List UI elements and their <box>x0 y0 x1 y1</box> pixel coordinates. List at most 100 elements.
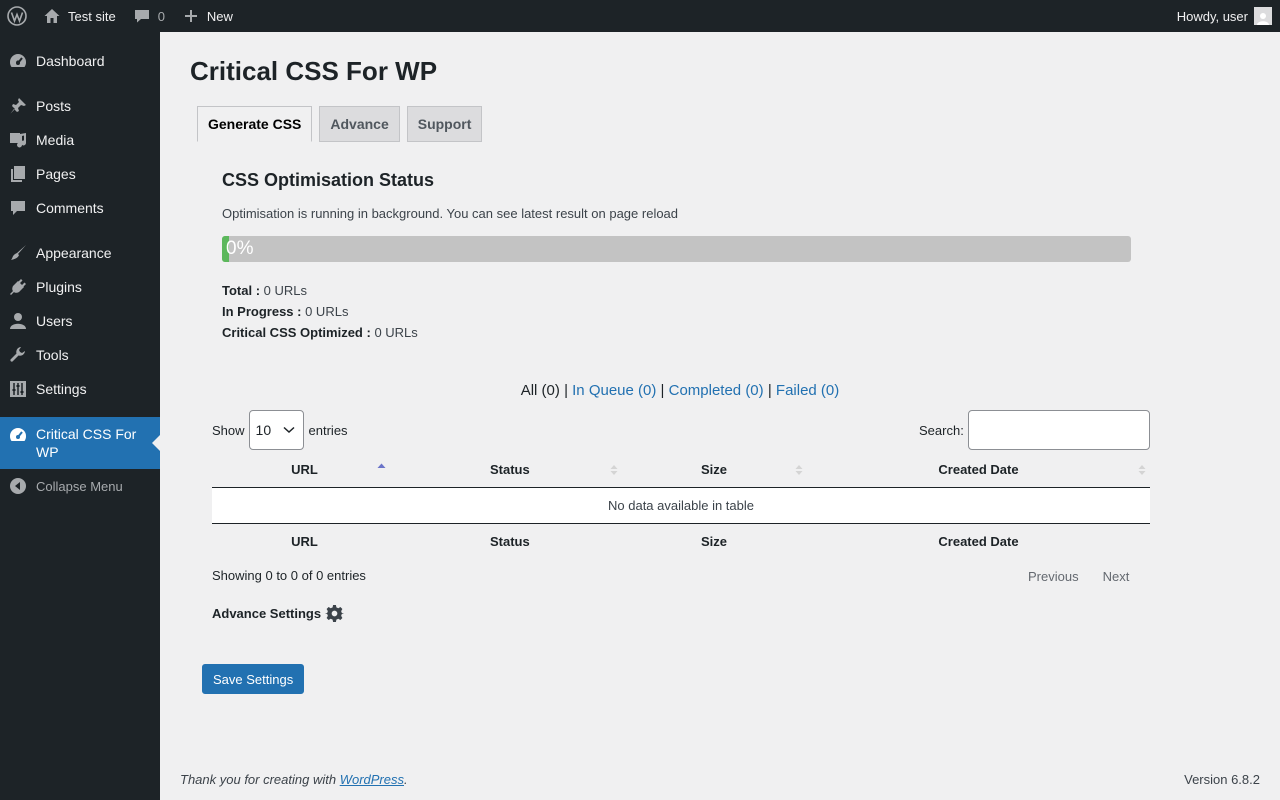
column-header-size[interactable]: Size <box>622 452 807 488</box>
stat-optimized: Critical CSS Optimized : 0 URLs <box>222 325 418 340</box>
status-message: Optimisation is running in background. Y… <box>222 206 679 221</box>
sidebar-item-plugins[interactable]: Plugins <box>0 270 160 304</box>
sidebar-item-critical-css[interactable]: Critical CSS For WP <box>0 417 160 469</box>
main-content: Critical CSS For WP Generate CSS Advance… <box>160 32 1280 800</box>
column-footer-label: Status <box>490 534 530 549</box>
stat-total-value: 0 URLs <box>263 283 308 298</box>
dashboard-icon <box>0 51 36 71</box>
footer-version: Version 6.8.2 <box>1184 772 1260 787</box>
status-title: CSS Optimisation Status <box>222 170 435 190</box>
column-header-url[interactable]: URL <box>212 452 397 488</box>
page-length-value: 10 <box>255 422 272 438</box>
tab-advance[interactable]: Advance <box>319 106 400 142</box>
sidebar-item-comments[interactable]: Comments <box>0 191 160 225</box>
sidebar-item-media[interactable]: Media <box>0 123 160 157</box>
save-settings-button[interactable]: Save Settings <box>202 664 305 694</box>
progress-label: 0% <box>226 238 254 259</box>
page-length-select[interactable]: 10 <box>248 410 304 450</box>
sidebar-item-appearance[interactable]: Appearance <box>0 236 160 270</box>
wordpress-logo-button[interactable] <box>0 0 34 32</box>
empty-message: No data available in table <box>608 498 754 513</box>
user-icon <box>0 312 36 330</box>
footer-thanks-prefix: Thank you for creating with <box>180 772 337 787</box>
status-filters: All (0) | In Queue (0) | Completed (0) |… <box>160 382 1200 399</box>
sidebar-item-pages[interactable]: Pages <box>0 157 160 191</box>
tab-generate-css[interactable]: Generate CSS <box>197 106 313 142</box>
column-header-status[interactable]: Status <box>397 452 622 488</box>
filter-separator: | <box>767 382 772 399</box>
column-header-created-date[interactable]: Created Date <box>807 452 1150 488</box>
stat-in-progress: In Progress : 0 URLs <box>222 304 348 319</box>
pages-icon <box>0 165 36 183</box>
urls-table: URL Status Size Created Date No data ava… <box>212 452 1150 559</box>
new-content-link[interactable]: New <box>173 0 241 32</box>
sidebar-item-label: Plugins <box>36 279 82 295</box>
table-header: URL Status Size Created Date <box>212 452 1150 488</box>
stat-in-progress-value: 0 URLs <box>305 304 349 319</box>
sidebar-item-label: Pages <box>36 166 76 182</box>
sidebar-item-users[interactable]: Users <box>0 304 160 338</box>
admin-sidebar: Dashboard Posts Media Pages Comments App… <box>0 32 160 800</box>
advance-settings-label: Advance Settings <box>212 606 322 621</box>
pagination: Previous Next <box>1016 569 1141 584</box>
my-account-link[interactable]: Howdy, user <box>1169 0 1280 32</box>
sidebar-item-label: Critical CSS For WP <box>36 425 136 461</box>
column-footer-status: Status <box>397 524 622 560</box>
filter-failed[interactable]: Failed (0) <box>776 382 839 399</box>
nav-tabs: Generate CSS Advance Support <box>197 106 489 142</box>
sidebar-item-label: Posts <box>36 98 72 114</box>
collapse-menu-button[interactable]: Collapse Menu <box>0 469 160 503</box>
previous-button[interactable]: Previous <box>1016 569 1091 584</box>
sidebar-item-posts[interactable]: Posts <box>0 89 160 123</box>
plus-icon <box>181 6 201 26</box>
column-footer-size: Size <box>622 524 807 560</box>
stat-in-progress-label: In Progress : <box>222 304 302 319</box>
comments-link[interactable]: 0 <box>124 0 173 32</box>
filter-in-queue[interactable]: In Queue (0) <box>572 382 656 399</box>
sidebar-item-label: Users <box>36 313 73 329</box>
sidebar-item-label: Comments <box>36 200 104 216</box>
chevron-down-icon <box>283 426 295 434</box>
filter-completed[interactable]: Completed (0) <box>669 382 764 399</box>
gear-icon[interactable] <box>325 604 345 623</box>
tab-support[interactable]: Support <box>406 106 483 142</box>
site-name-link[interactable]: Test site <box>34 0 124 32</box>
table-info: Showing 0 to 0 of 0 entries <box>212 568 366 583</box>
filter-separator: | <box>660 382 665 399</box>
plug-icon <box>0 278 36 296</box>
page-length-control: Show 10 entries <box>212 410 348 450</box>
footer-thanks: Thank you for creating with WordPress. <box>180 772 408 787</box>
wrench-icon <box>0 346 36 364</box>
next-button[interactable]: Next <box>1091 569 1142 584</box>
sidebar-item-label: Dashboard <box>36 53 105 69</box>
sidebar-item-dashboard[interactable]: Dashboard <box>0 44 160 78</box>
table-search: Search: <box>919 410 1150 450</box>
wordpress-link[interactable]: WordPress <box>340 772 404 787</box>
column-header-label: Created Date <box>938 462 1019 477</box>
sidebar-item-label-line2: WP <box>36 444 59 460</box>
sort-ascending-icon <box>377 463 386 475</box>
site-name: Test site <box>68 8 116 24</box>
stat-optimized-label: Critical CSS Optimized : <box>222 325 371 340</box>
stat-total-label: Total : <box>222 283 261 298</box>
pin-icon <box>0 97 36 115</box>
sidebar-item-tools[interactable]: Tools <box>0 338 160 372</box>
comments-count: 0 <box>157 8 165 24</box>
comment-icon <box>132 6 152 26</box>
advance-settings-toggle[interactable]: Advance Settings <box>212 604 345 623</box>
sort-icon <box>795 464 803 476</box>
filter-all[interactable]: All (0) <box>521 382 560 399</box>
search-input[interactable] <box>967 410 1150 450</box>
sidebar-item-label: Media <box>36 132 75 148</box>
comment-icon <box>0 199 36 217</box>
sidebar-item-label: Appearance <box>36 245 112 261</box>
column-header-label: Size <box>701 462 728 477</box>
sort-icon <box>610 464 618 476</box>
stat-optimized-value: 0 URLs <box>374 325 418 340</box>
new-label: New <box>206 8 233 24</box>
wordpress-icon <box>7 6 27 26</box>
column-footer-label: URL <box>291 534 318 549</box>
progress-bar: 0% <box>222 236 1131 262</box>
sidebar-item-settings[interactable]: Settings <box>0 372 160 406</box>
avatar <box>1254 7 1272 25</box>
